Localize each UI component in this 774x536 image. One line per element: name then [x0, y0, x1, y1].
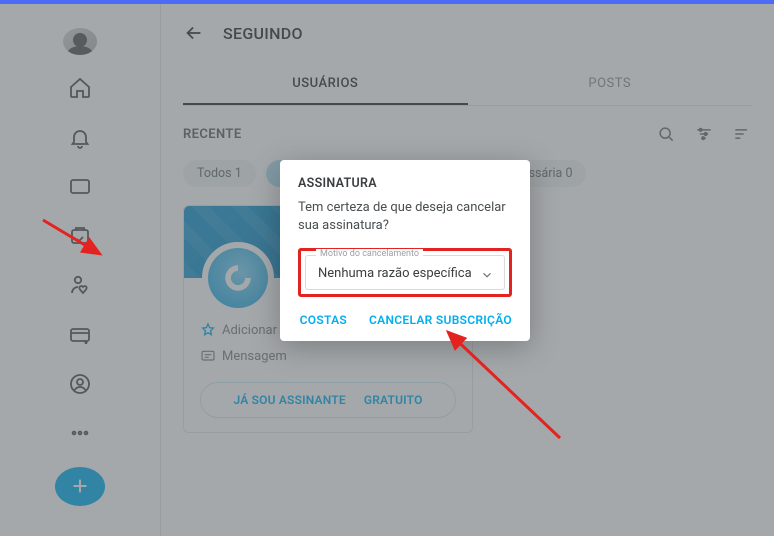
cancel-subscription-dialog: ASSINATURA Tem certeza de que deseja can… [280, 160, 530, 341]
dialog-back-button[interactable]: COSTAS [300, 313, 347, 327]
select-value: Nenhuma razão específica [318, 266, 474, 281]
chevron-down-icon [480, 268, 494, 282]
dialog-cancel-subscription-button[interactable]: CANCELAR SUBSCRIÇÃO [369, 313, 512, 327]
select-floating-label: Motivo do cancelamento [316, 249, 423, 259]
cancel-reason-select[interactable]: Motivo do cancelamento Nenhuma razão esp… [305, 255, 505, 290]
dialog-title: ASSINATURA [298, 176, 512, 191]
dialog-body: Tem certeza de que deseja cancelar sua a… [298, 199, 512, 234]
annotation-highlight-box: Motivo do cancelamento Nenhuma razão esp… [298, 248, 512, 297]
